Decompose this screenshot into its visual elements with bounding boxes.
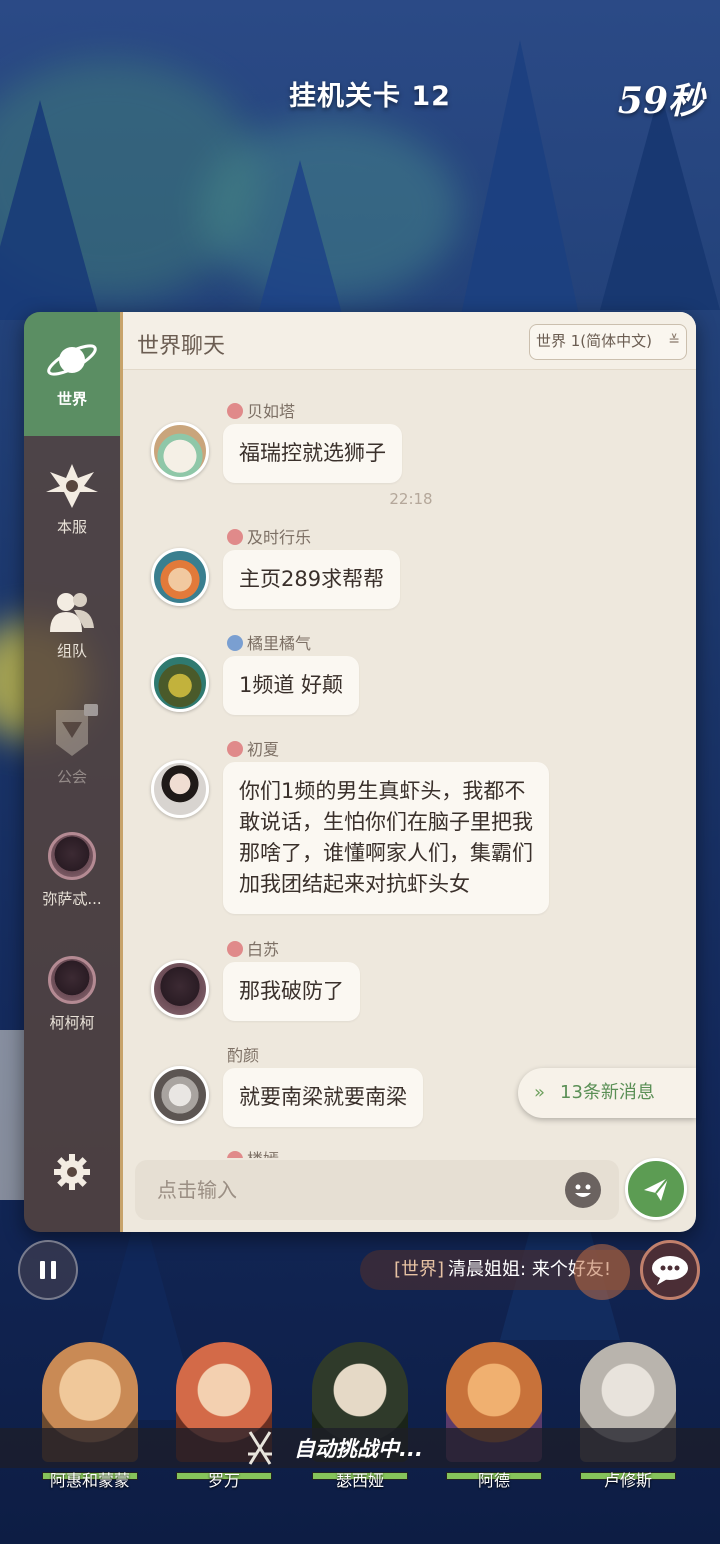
new-messages-label: 13条新消息: [560, 1082, 655, 1103]
background-panel-edge: [0, 1030, 24, 1200]
sidebar-item-team[interactable]: 组队: [24, 588, 120, 661]
message-text: 1频道 好颠: [239, 673, 344, 697]
message-bubble: 主页289求帮帮: [223, 550, 401, 609]
friend-button[interactable]: [574, 1244, 630, 1300]
message-bubble: 就要南梁就要南梁: [223, 1068, 423, 1127]
sender-name: 楼嫣: [247, 1150, 279, 1158]
countdown-timer: 59秒: [617, 80, 704, 122]
chevron-down-icon: ≚: [668, 333, 680, 349]
auto-challenge-status: 自动挑战中...: [294, 1437, 423, 1461]
chat-input-bar: [135, 1160, 619, 1220]
channel-dropdown-value: 世界 1(简体中文): [536, 332, 653, 350]
sidebar-item-private-chat-2[interactable]: 柯柯柯: [24, 956, 120, 1033]
hero-name: 瑟西娅: [335, 1471, 384, 1490]
chat-title: 世界聊天: [137, 334, 226, 359]
send-icon: [644, 1177, 669, 1201]
message-timestamp: 22:18: [389, 490, 433, 508]
sidebar-item-label: 世界: [56, 390, 87, 408]
sender-name: 及时行乐: [247, 528, 312, 547]
crossed-swords-icon: [248, 1431, 272, 1465]
chat-input[interactable]: [135, 1160, 555, 1220]
message-bubble: 1频道 好颠: [223, 656, 360, 715]
sidebar-item-label: 弥萨忒...: [42, 890, 102, 908]
sender-name: 白苏: [247, 940, 280, 959]
sidebar-item-private-chat-1[interactable]: 弥萨忒...: [24, 832, 120, 909]
message-bubble: 那我破防了: [223, 962, 360, 1021]
hero-name: 罗万: [207, 1471, 240, 1490]
double-chevron-down-icon: »: [534, 1082, 546, 1103]
send-button[interactable]: [625, 1158, 687, 1220]
avatar[interactable]: [151, 960, 209, 1018]
stage-title: 挂机关卡 12: [289, 81, 451, 112]
sidebar-item-world[interactable]: 世界: [24, 338, 120, 409]
message-text: 主页289求帮帮: [239, 567, 385, 591]
female-icon: [227, 741, 243, 757]
sidebar-item-label: 公会: [56, 768, 87, 786]
emoji-icon: [575, 1184, 591, 1197]
male-icon: [227, 635, 243, 651]
guild-icon: [56, 704, 98, 756]
ticker-channel-tag: [世界]: [394, 1259, 445, 1280]
hero-name: 阿惠和蒙蒙: [49, 1471, 130, 1490]
emoji-button[interactable]: [565, 1172, 601, 1208]
avatar[interactable]: [151, 654, 209, 712]
female-icon: [227, 403, 243, 419]
sidebar-item-server[interactable]: 本服: [24, 462, 120, 537]
avatar[interactable]: [151, 548, 209, 606]
avatar[interactable]: [151, 422, 209, 480]
message-text: 福瑞控就选狮子: [239, 441, 386, 465]
sidebar-item-label: 柯柯柯: [49, 1014, 95, 1032]
team-icon: [50, 593, 94, 632]
message-text: 就要南梁就要南梁: [239, 1085, 407, 1109]
hero-name: 阿德: [477, 1471, 510, 1490]
sender-name: 橘里橘气: [247, 634, 312, 653]
message-text: 那啥了，谁懂啊家人们，集霸们: [239, 841, 533, 865]
sender-name: 贝如塔: [247, 402, 296, 421]
planet-icon: [47, 344, 97, 376]
hooded-avatar: [48, 956, 96, 1004]
message-text: 敢说话，生怕你们在脑子里把我: [239, 810, 533, 834]
sidebar-item-guild[interactable]: 公会: [24, 704, 120, 787]
sidebar-item-label: 本服: [56, 518, 87, 536]
gear-icon: [54, 1154, 90, 1190]
female-icon: [227, 1151, 243, 1158]
sidebar-item-label: 组队: [56, 642, 87, 660]
female-icon: [227, 529, 243, 545]
message-bubble: 你们1频的男生真虾头，我都不 敢说话，生怕你们在脑子里把我 那啥了，谁懂啊家人们…: [223, 762, 549, 914]
chat-header: 世界聊天 世界 1(简体中文) ≚: [123, 312, 696, 370]
sender-name: 初夏: [247, 740, 280, 759]
pause-icon: [40, 1261, 56, 1279]
message-list[interactable]: 贝如塔 福瑞控就选狮子 22:18 及时行乐 主页289求帮帮 橘里橘气 1频道…: [123, 370, 696, 1158]
message-text: 你们1频的男生真虾头，我都不: [239, 779, 526, 803]
pause-button[interactable]: [18, 1240, 78, 1300]
server-castle-icon: [46, 464, 98, 508]
channel-dropdown[interactable]: 世界 1(简体中文) ≚: [529, 324, 687, 360]
avatar[interactable]: [151, 1066, 209, 1124]
chat-toggle-button[interactable]: [640, 1240, 700, 1300]
new-messages-button[interactable]: » 13条新消息: [518, 1068, 696, 1118]
chat-bubble-icon: [652, 1256, 688, 1285]
message-text: 那我破防了: [239, 979, 344, 1003]
message-bubble: 福瑞控就选狮子: [223, 424, 402, 483]
chat-settings-button[interactable]: [24, 1152, 120, 1198]
message-text: 加我团结起来对抗虾头女: [239, 872, 470, 896]
hooded-avatar: [48, 832, 96, 880]
avatar[interactable]: [151, 760, 209, 818]
sender-name: 酌颜: [227, 1046, 260, 1065]
female-icon: [227, 941, 243, 957]
chat-channel-sidebar: 世界 本服 组队 公会 弥萨忒... 柯柯柯: [24, 312, 130, 1232]
hero-name: 卢修斯: [603, 1471, 652, 1490]
